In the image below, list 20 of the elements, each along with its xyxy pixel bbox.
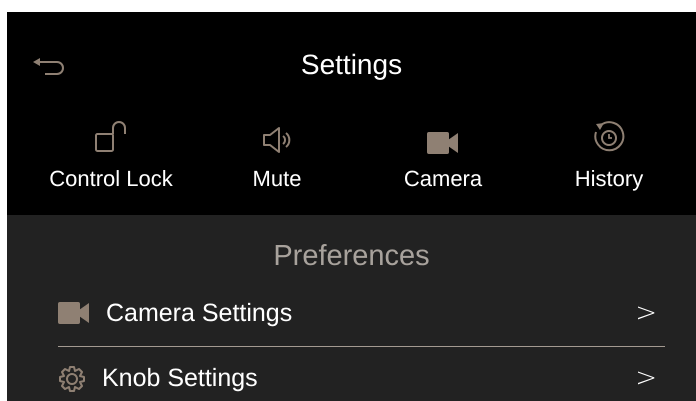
video-camera-icon: [427, 132, 459, 154]
unlocked-padlock-icon: [94, 120, 128, 154]
speaker-icon: [262, 126, 292, 154]
chevron: >: [635, 363, 657, 393]
settings-row[interactable]: Knob Settings >: [58, 347, 665, 393]
back-button[interactable]: [33, 56, 67, 78]
quick-action-button[interactable]: History: [526, 110, 692, 192]
quick-action-button[interactable]: Camera: [360, 110, 526, 192]
section-title: Preferences: [272, 239, 431, 274]
back-arrow-icon: [33, 58, 65, 76]
video-camera-icon: [58, 302, 90, 324]
row-label: Knob Settings: [102, 364, 259, 393]
page-title: Settings: [300, 49, 402, 81]
chevron: >: [635, 298, 657, 328]
quick-action-button[interactable]: Mute: [194, 110, 360, 192]
row-label: Camera Settings: [106, 298, 294, 328]
history-clock-icon: [592, 120, 626, 154]
quick-action-button[interactable]: Control Lock: [28, 110, 194, 192]
settings-row[interactable]: Camera Settings >: [58, 280, 665, 347]
gear-icon: [58, 365, 86, 393]
